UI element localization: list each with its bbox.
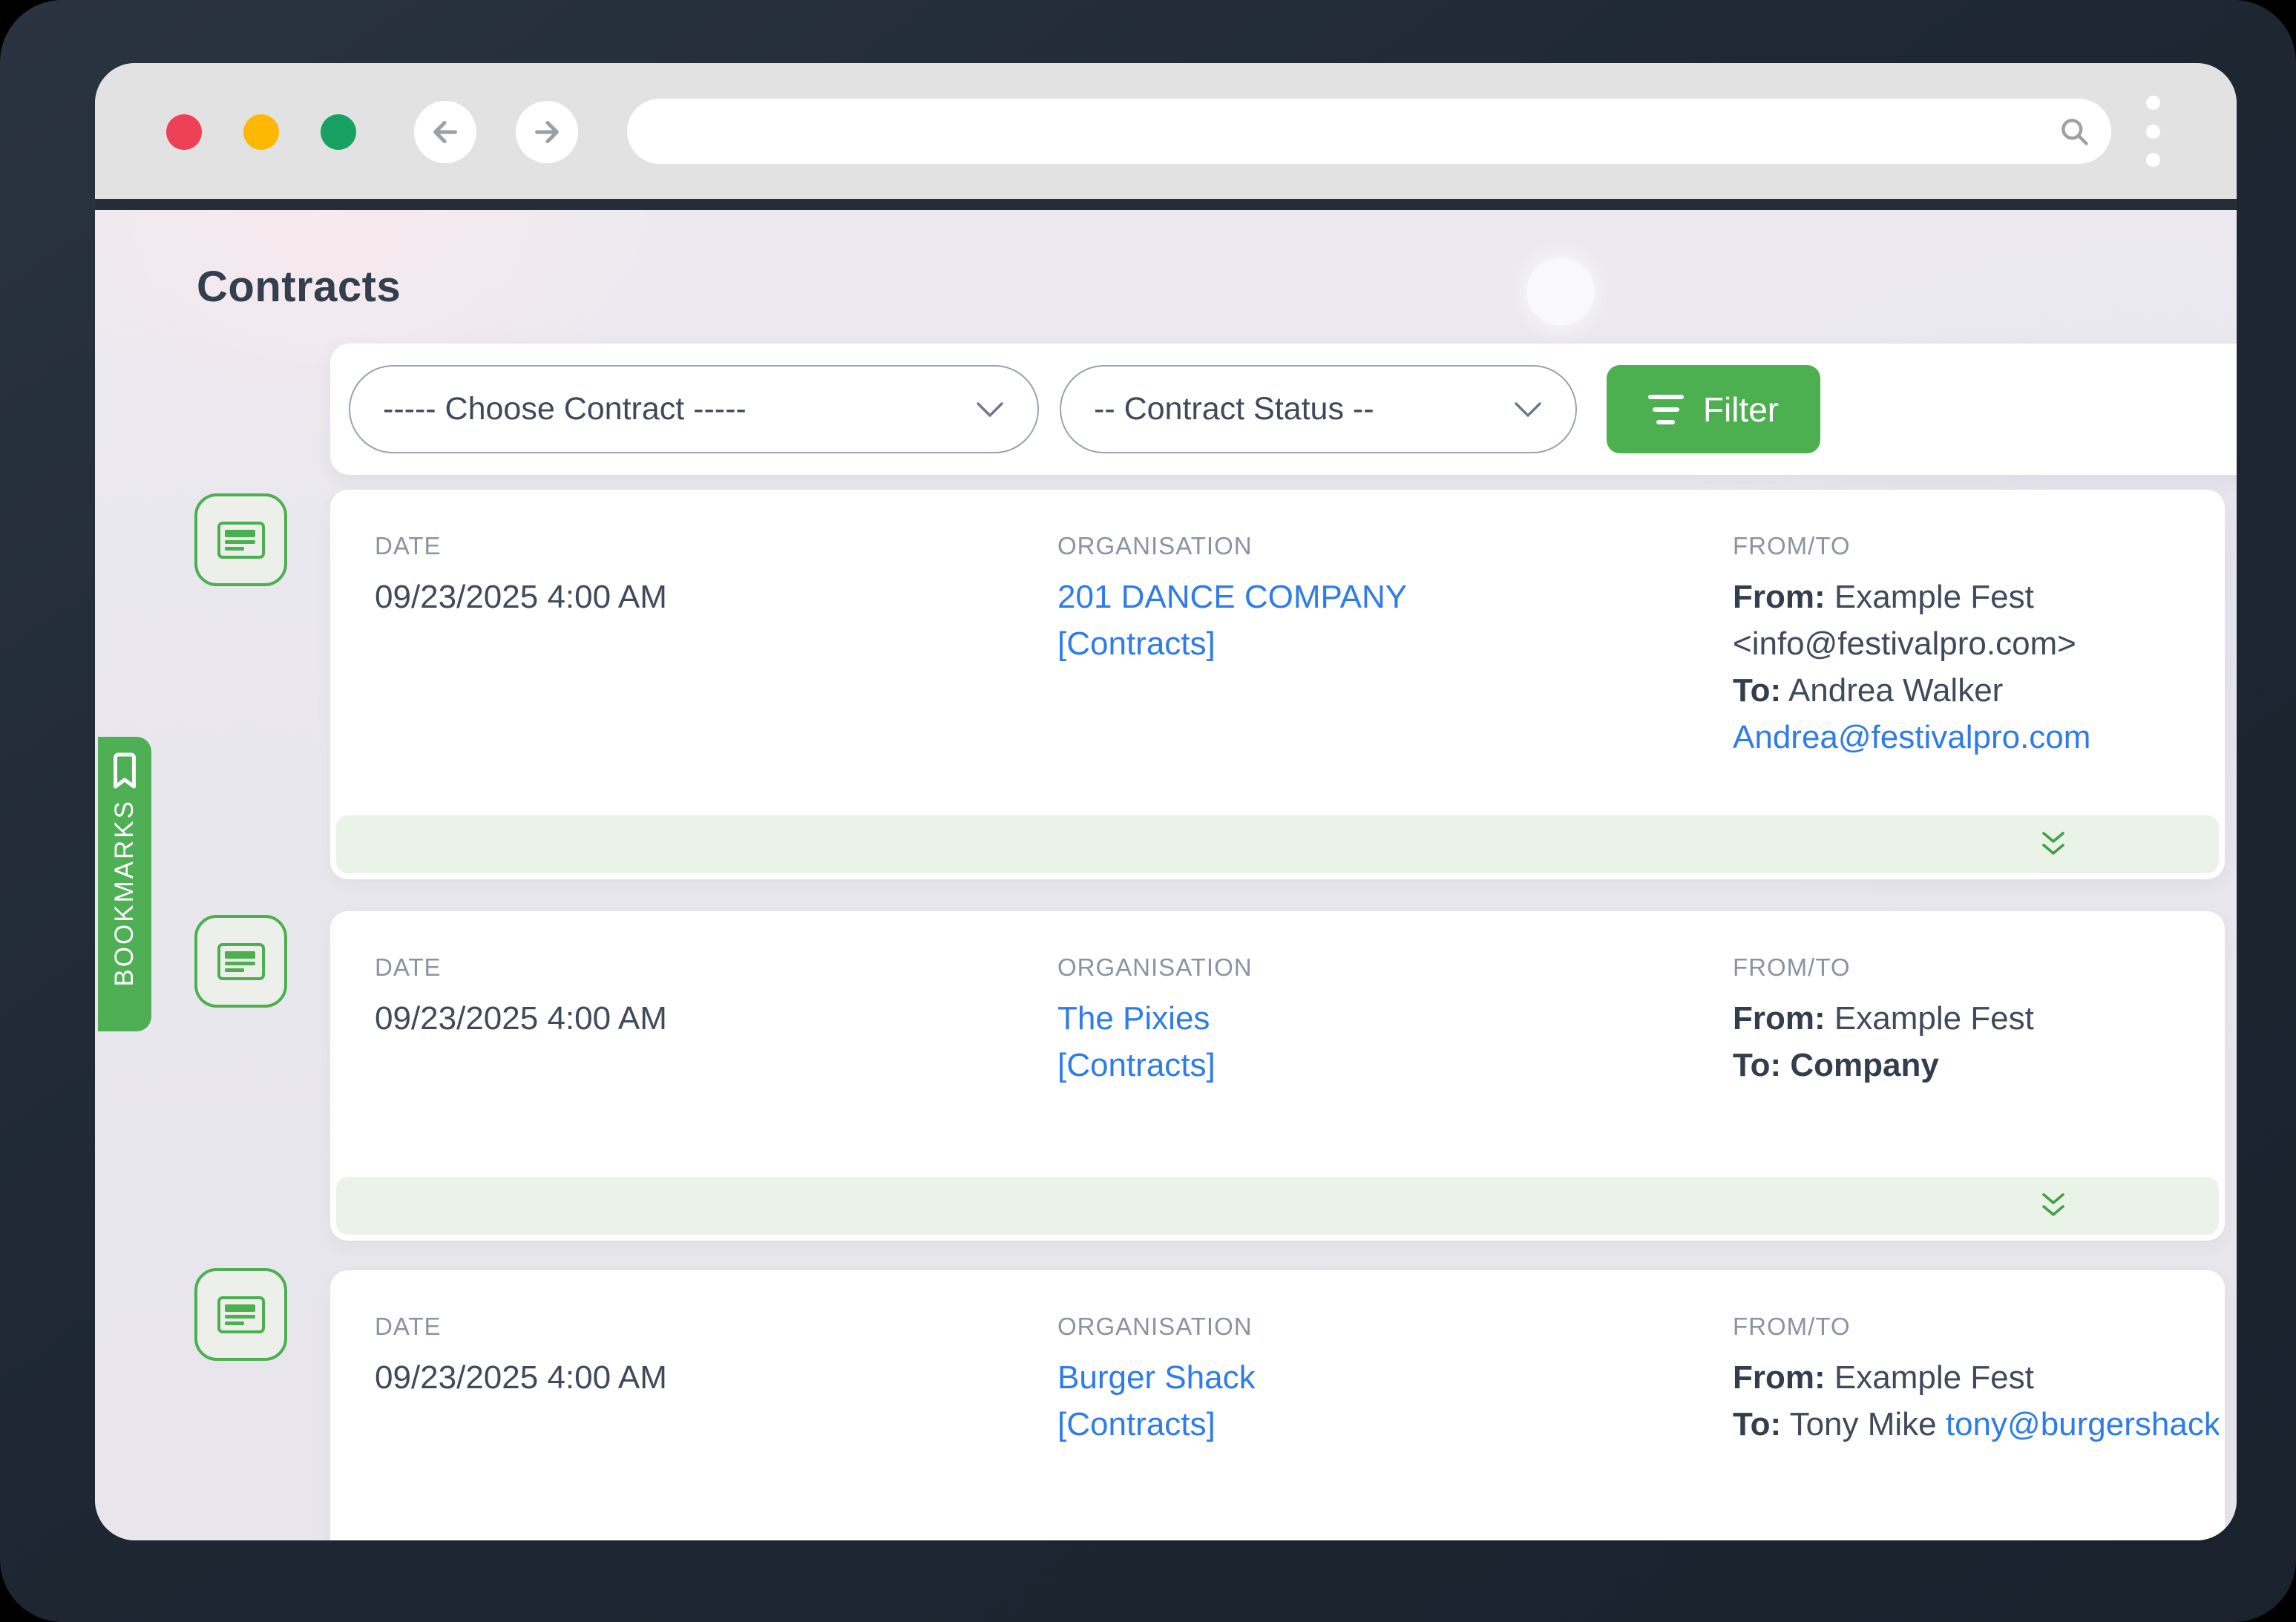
bookmark-icon	[108, 750, 142, 792]
organisation-link[interactable]: The Pixies	[1057, 1000, 1696, 1047]
email-link[interactable]: Andrea@festivalpro.com	[1733, 719, 2090, 755]
contract-status-value: -- Contract Status --	[1094, 391, 1374, 427]
fromto-text: Tony Mike	[1781, 1406, 1946, 1442]
fromto-bold-text: To:	[1733, 1047, 1781, 1083]
fromto-bold-text: From:	[1733, 1359, 1826, 1396]
menu-dot	[2146, 153, 2160, 167]
back-button[interactable]	[414, 101, 476, 163]
fromto-bold-text: From:	[1733, 579, 1826, 615]
choose-contract-value: ----- Choose Contract -----	[383, 391, 747, 427]
forward-button[interactable]	[516, 101, 578, 163]
fromto-text: Example Fest	[1826, 1000, 2034, 1037]
contract-document-button[interactable]	[194, 493, 287, 586]
chevron-down-icon	[975, 400, 1005, 419]
fromto-bold-text: To:	[1733, 1406, 1781, 1442]
filter-icon	[1648, 395, 1684, 424]
expand-card-bar[interactable]	[336, 815, 2219, 873]
date-column-label: DATE	[375, 1313, 1013, 1341]
document-icon	[217, 522, 265, 559]
close-window-button[interactable]	[166, 114, 202, 150]
contracts-link[interactable]: [Contracts]	[1057, 626, 1696, 672]
filter-bar: ----- Choose Contract ----- -- Contract …	[330, 344, 2237, 475]
choose-contract-select[interactable]: ----- Choose Contract -----	[349, 365, 1039, 453]
fromto-text: Andrea Walker	[1781, 672, 2003, 709]
browser-menu-button[interactable]	[2139, 96, 2166, 167]
organisation-column-label: ORGANISATION	[1057, 953, 1696, 982]
contracts-link[interactable]: [Contracts]	[1057, 1047, 1696, 1094]
contracts-link[interactable]: [Contracts]	[1057, 1406, 1696, 1453]
fromto-text: Example Fest	[1826, 579, 2034, 615]
expand-double-chevron-icon[interactable]	[2039, 830, 2067, 858]
date-column-label: DATE	[375, 953, 1013, 982]
minimize-window-button[interactable]	[243, 114, 279, 150]
search-icon[interactable]	[2058, 115, 2090, 148]
fromto-line: Andrea@festivalpro.com	[1733, 719, 2219, 766]
fromto-line: To: Andrea Walker	[1733, 672, 2219, 719]
browser-chrome	[95, 63, 2237, 199]
organisation-column-label: ORGANISATION	[1057, 532, 1696, 560]
fromto-text: Example Fest	[1826, 1359, 2034, 1396]
fromto-line: To: Company	[1733, 1047, 2219, 1094]
document-icon	[217, 1296, 265, 1333]
organisation-column-label: ORGANISATION	[1057, 1313, 1696, 1341]
fromto-bold-text: To:	[1733, 672, 1781, 709]
chevron-down-icon	[1513, 400, 1543, 419]
menu-dot	[2146, 96, 2160, 110]
organisation-link[interactable]: Burger Shack	[1057, 1359, 1696, 1406]
chrome-divider	[95, 199, 2237, 210]
date-column-label: DATE	[375, 532, 1013, 560]
fromto-line: To: Tony Mike tony@burgershack	[1733, 1406, 2219, 1453]
bookmarks-tab-label: BOOKMARKS	[110, 799, 140, 987]
page-title: Contracts	[197, 262, 401, 312]
expand-card-bar[interactable]	[336, 1177, 2219, 1235]
back-arrow-icon	[428, 115, 462, 149]
contract-document-button[interactable]	[194, 1268, 287, 1361]
fromto-column-label: FROM/TO	[1733, 1313, 2219, 1341]
contract-date: 09/23/2025 4:00 AM	[375, 1000, 1013, 1047]
email-link[interactable]: tony@burgershack	[1946, 1406, 2219, 1442]
fromto-bold-text: Company	[1790, 1047, 1938, 1083]
fromto-column-label: FROM/TO	[1733, 953, 2219, 982]
fromto-line: From: Example Fest	[1733, 1359, 2219, 1406]
expand-double-chevron-icon[interactable]	[2039, 1192, 2067, 1220]
filter-button-label: Filter	[1703, 390, 1779, 430]
browser-window: Contracts ----- Choose Contract ----- --…	[95, 63, 2237, 1540]
contract-card: DATE 09/23/2025 4:00 AM ORGANISATION The…	[330, 911, 2225, 1241]
forward-arrow-icon	[530, 115, 564, 149]
background-dot	[1526, 257, 1595, 326]
url-bar[interactable]	[627, 99, 2111, 164]
document-icon	[217, 943, 265, 980]
contract-card: DATE 09/23/2025 4:00 AM ORGANISATION Bur…	[330, 1270, 2225, 1540]
fromto-line: From: Example Fest	[1733, 1000, 2219, 1047]
device-frame: Contracts ----- Choose Contract ----- --…	[0, 0, 2296, 1622]
zoom-window-button[interactable]	[321, 114, 356, 150]
contract-status-select[interactable]: -- Contract Status --	[1060, 365, 1577, 453]
menu-dot	[2146, 125, 2160, 139]
fromto-text: <info@festivalpro.com>	[1733, 626, 2076, 662]
bookmarks-tab[interactable]: BOOKMARKS	[98, 737, 151, 1031]
filter-button[interactable]: Filter	[1607, 365, 1820, 453]
organisation-link[interactable]: 201 DANCE COMPANY	[1057, 579, 1696, 626]
fromto-bold-text: From:	[1733, 1000, 1826, 1037]
contract-card: DATE 09/23/2025 4:00 AM ORGANISATION 201…	[330, 490, 2225, 879]
fromto-text	[1781, 1047, 1790, 1083]
fromto-line: <info@festivalpro.com>	[1733, 626, 2219, 672]
contract-document-button[interactable]	[194, 915, 287, 1008]
fromto-column-label: FROM/TO	[1733, 532, 2219, 560]
contract-date: 09/23/2025 4:00 AM	[375, 1359, 1013, 1406]
page-content: Contracts ----- Choose Contract ----- --…	[95, 210, 2237, 1540]
contract-date: 09/23/2025 4:00 AM	[375, 579, 1013, 626]
fromto-line: From: Example Fest	[1733, 579, 2219, 626]
